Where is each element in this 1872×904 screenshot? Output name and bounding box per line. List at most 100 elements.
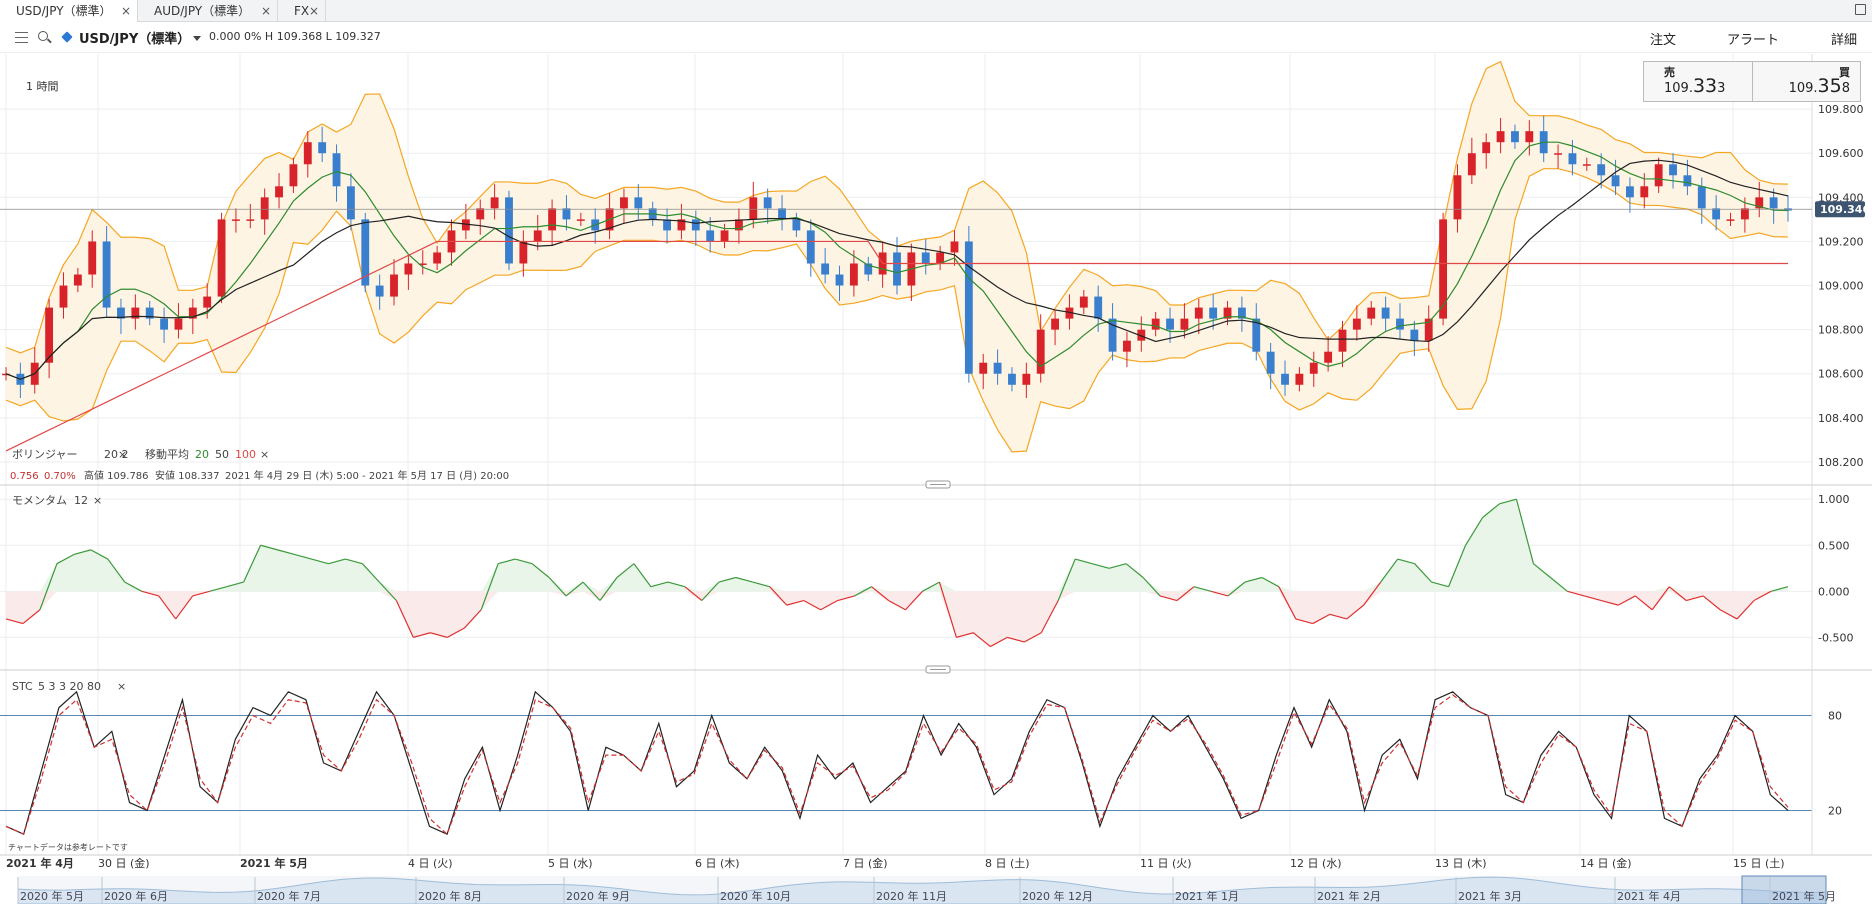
close-icon[interactable]: × — [118, 448, 127, 461]
candle — [1597, 164, 1606, 176]
candle — [634, 197, 643, 209]
close-icon[interactable]: × — [260, 448, 269, 461]
candle — [1439, 219, 1448, 319]
candle — [1740, 208, 1749, 220]
x-tick-label: 12 日 (水) — [1290, 857, 1342, 870]
candle — [1266, 351, 1275, 374]
candle — [332, 153, 341, 187]
momentum-param: 12 — [74, 494, 88, 507]
navigator-label: 2020 年 6月 — [104, 889, 168, 903]
candle — [1554, 153, 1562, 155]
last-price-label: 109.346 — [1820, 203, 1870, 216]
candle — [562, 208, 571, 220]
candle — [1166, 318, 1174, 330]
candle — [160, 318, 169, 330]
candle — [533, 230, 542, 242]
candle — [1511, 131, 1519, 143]
candle — [1367, 307, 1376, 319]
x-tick-label: 4 日 (火) — [408, 857, 453, 870]
candle — [1496, 131, 1505, 143]
candle — [59, 285, 68, 308]
y-tick-label: 80 — [1828, 710, 1842, 723]
candle — [806, 230, 815, 264]
candle — [1008, 373, 1016, 385]
stc-legend[interactable]: STC — [12, 680, 33, 693]
candle — [1697, 186, 1706, 209]
candle — [1180, 318, 1189, 330]
candle — [778, 208, 786, 220]
candle — [821, 263, 830, 275]
y-tick-label: 109.200 — [1818, 235, 1864, 248]
y-tick-label: 20 — [1828, 804, 1842, 817]
close-icon[interactable]: × — [117, 680, 126, 693]
candle — [835, 274, 844, 286]
candle — [1467, 153, 1476, 176]
y-tick-label: 0.500 — [1818, 539, 1850, 552]
candle — [1051, 318, 1060, 330]
y-tick-label: 108.600 — [1818, 368, 1864, 381]
sell-button[interactable]: 売 109.333 — [1644, 62, 1753, 101]
candle — [275, 186, 283, 198]
bollinger-legend[interactable]: ボリンジャー — [12, 448, 77, 461]
candle — [792, 219, 801, 231]
ma20-param: 20 — [195, 448, 209, 461]
candle — [1654, 164, 1663, 187]
close-icon[interactable]: × — [93, 494, 102, 507]
navigator-label: 2020 年 8月 — [418, 889, 482, 903]
candle — [964, 241, 973, 374]
ma100-param: 100 — [235, 448, 256, 461]
candle — [88, 241, 97, 275]
x-tick-label: 15 日 (土) — [1733, 857, 1785, 870]
candle — [404, 263, 413, 275]
x-tick-label: 2021 年 4月 — [6, 856, 74, 870]
candle — [1309, 362, 1318, 374]
navigator-label: 2020 年 5月 — [20, 889, 84, 903]
candle — [433, 252, 442, 264]
x-tick-label: 11 日 (火) — [1140, 857, 1192, 870]
candle — [1295, 373, 1304, 385]
buy-price: 109.358 — [1788, 75, 1850, 97]
candle — [576, 219, 585, 221]
candle — [720, 230, 729, 242]
candle — [289, 164, 298, 187]
candle — [1094, 296, 1103, 319]
stc-params: 5 3 3 20 80 — [38, 680, 101, 693]
x-tick-label: 5 日 (水) — [548, 857, 593, 870]
navigator-label: 2021 年 2月 — [1317, 889, 1381, 903]
candle — [1396, 318, 1404, 330]
candle — [73, 274, 82, 286]
navigator-label: 2021 年 4月 — [1617, 889, 1681, 903]
candle — [1281, 373, 1289, 385]
momentum-legend[interactable]: モメンタム — [12, 494, 67, 507]
candle — [1726, 219, 1735, 221]
x-tick-label: 30 日 (金) — [98, 856, 150, 870]
candle — [1036, 329, 1045, 374]
candle — [303, 142, 312, 165]
y-tick-label: 108.800 — [1818, 324, 1864, 337]
momentum-negative-fill — [6, 591, 1788, 647]
ma50-param: 50 — [215, 448, 229, 461]
candle — [476, 208, 485, 220]
candle — [1769, 197, 1778, 209]
candle — [921, 252, 930, 264]
candle — [1683, 175, 1692, 187]
y-tick-label: -0.500 — [1818, 631, 1853, 644]
candle — [346, 186, 355, 220]
x-tick-label: 8 日 (土) — [985, 857, 1030, 870]
candle — [1381, 307, 1390, 319]
ma-legend[interactable]: 移動平均 — [145, 447, 189, 461]
stats-low: 安値 108.337 — [155, 469, 220, 482]
buy-button[interactable]: 買 109.358 — [1753, 62, 1862, 101]
candle — [993, 362, 1002, 374]
candle — [979, 362, 988, 374]
candle — [620, 197, 628, 209]
candle — [318, 142, 327, 154]
candle — [1482, 142, 1491, 154]
candle — [763, 197, 772, 209]
chart-area[interactable]: 109.800109.600109.400109.200109.000108.8… — [0, 0, 1872, 904]
candle — [893, 252, 901, 286]
candle — [706, 230, 715, 242]
y-tick-label: 108.400 — [1818, 412, 1864, 425]
candle — [1453, 175, 1462, 220]
stats-high: 高値 109.786 — [84, 469, 149, 482]
